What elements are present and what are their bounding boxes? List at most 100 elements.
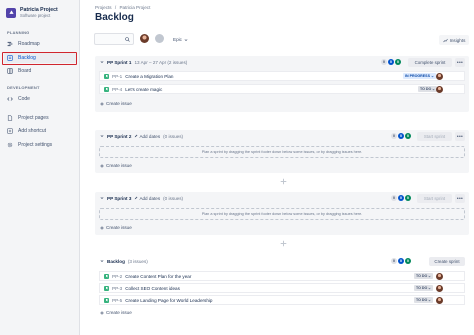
- plus-icon: [100, 225, 104, 230]
- done-count-badge: 0: [405, 195, 411, 201]
- sidebar-item-project-pages[interactable]: Project pages: [4, 113, 76, 123]
- todo-count-badge: 0: [381, 59, 387, 65]
- in-progress-count-badge: 0: [398, 258, 404, 264]
- sidebar-item-roadmap[interactable]: Roadmap: [4, 39, 76, 49]
- story-icon: [104, 86, 109, 92]
- sprint-empty-dropzone: Plan a sprint by dragging the sprint foo…: [99, 146, 465, 158]
- story-icon: [104, 285, 109, 291]
- assignee-avatar[interactable]: [436, 297, 443, 304]
- sidebar-item-label: Board: [18, 68, 32, 74]
- list-item[interactable]: PP-3 Collect SEO Content ideas TO DO: [99, 283, 465, 293]
- list-item[interactable]: PP-2 Create Content Plan for the year TO…: [99, 271, 465, 281]
- page-icon: [7, 115, 13, 121]
- chevron-down-icon: [431, 75, 434, 77]
- status-badge[interactable]: IN PROGRESS: [403, 73, 436, 79]
- chevron-down-icon[interactable]: [100, 196, 104, 200]
- list-item[interactable]: PP-1 Create a Migration Plan IN PROGRESS: [99, 71, 465, 81]
- sprint-container: PP Sprint 1 13 Apr – 27 Apr (2 issues) 0…: [95, 56, 469, 112]
- story-icon: [104, 73, 109, 79]
- sidebar-item-board[interactable]: Board: [4, 66, 76, 76]
- chevron-down-icon: [428, 275, 431, 277]
- status-label: TO DO: [416, 274, 428, 278]
- status-badge[interactable]: TO DO: [414, 285, 434, 291]
- breadcrumb-projects[interactable]: Projects: [95, 5, 112, 10]
- status-label: TO DO: [416, 298, 428, 302]
- insights-button[interactable]: Insights: [439, 35, 469, 45]
- start-sprint-button[interactable]: Start sprint: [417, 132, 452, 141]
- sidebar-item-label: Roadmap: [18, 41, 40, 47]
- search-input[interactable]: [94, 33, 134, 45]
- drag-handle-icon[interactable]: [280, 240, 287, 247]
- sprint-header[interactable]: PP Sprint 2 Add dates (0 issues): [95, 130, 469, 142]
- backlog-header[interactable]: Backlog (3 issues): [95, 255, 469, 267]
- todo-count-badge: 0: [391, 195, 397, 201]
- issue-summary: Collect SEO Content ideas: [125, 285, 180, 291]
- issue-key: PP-3: [112, 285, 123, 291]
- add-dates-link[interactable]: Add dates: [134, 196, 160, 201]
- chevron-down-icon[interactable]: [100, 134, 104, 138]
- assignee-avatar[interactable]: [436, 273, 443, 280]
- issue-key: PP-1: [112, 73, 123, 79]
- issue-summary: Let's create magic: [125, 86, 163, 92]
- chevron-down-icon[interactable]: [100, 259, 104, 263]
- more-actions-button[interactable]: •••: [455, 132, 465, 141]
- assignee-avatar[interactable]: [436, 86, 443, 93]
- list-item[interactable]: PP-4 Let's create magic TO DO: [99, 84, 465, 94]
- in-progress-count-badge: 0: [398, 195, 404, 201]
- assignee-avatar[interactable]: [436, 285, 443, 292]
- issue-key: PP-2: [112, 273, 123, 279]
- create-issue-button[interactable]: Create issue: [100, 163, 132, 168]
- page-title: Backlog: [95, 12, 134, 23]
- in-progress-count-badge: 0: [388, 59, 394, 65]
- issue-count-badges: 0 0 0: [391, 258, 411, 264]
- create-issue-label: Create issue: [106, 310, 132, 315]
- insights-icon: [442, 38, 448, 42]
- highlight-annotation: [2, 52, 77, 65]
- roadmap-icon: [7, 41, 13, 47]
- project-type: Software project: [20, 13, 51, 18]
- issue-count-badges: 0 0 0: [381, 59, 401, 65]
- chevron-down-icon: [184, 38, 188, 41]
- done-count-badge: 0: [405, 133, 411, 139]
- status-label: IN PROGRESS: [405, 74, 430, 78]
- chevron-down-icon[interactable]: [100, 60, 104, 64]
- user-avatar[interactable]: [140, 34, 149, 43]
- more-actions-button[interactable]: •••: [455, 194, 465, 203]
- status-badge[interactable]: TO DO: [414, 297, 434, 303]
- sprint-empty-dropzone: Plan a sprint by dragging the sprint foo…: [99, 208, 465, 220]
- chevron-down-icon: [428, 287, 431, 289]
- more-actions-button[interactable]: •••: [455, 58, 465, 67]
- sidebar-item-label: Project settings: [18, 142, 53, 148]
- create-sprint-button[interactable]: Create sprint: [429, 257, 465, 266]
- start-sprint-button[interactable]: Start sprint: [417, 194, 452, 203]
- sidebar-item-add-shortcut[interactable]: Add shortcut: [4, 126, 76, 136]
- add-dates-label: Add dates: [139, 133, 161, 139]
- avatar[interactable]: [155, 34, 164, 43]
- sidebar-item-project-settings[interactable]: Project settings: [4, 140, 76, 150]
- complete-sprint-button[interactable]: Complete sprint: [408, 58, 452, 67]
- sprint-header[interactable]: PP Sprint 3 Add dates (0 issues): [95, 192, 469, 204]
- add-dates-link[interactable]: Add dates: [134, 134, 160, 139]
- assignee-avatar[interactable]: [436, 73, 443, 80]
- status-badge[interactable]: TO DO: [418, 86, 438, 92]
- insights-label: Insights: [449, 37, 466, 43]
- status-label: TO DO: [420, 87, 432, 91]
- list-item[interactable]: PP-5 Create Landing Page for World Leade…: [99, 295, 465, 305]
- breadcrumb-project[interactable]: Patricia Project: [119, 5, 150, 10]
- project-header[interactable]: Patricia Project Software project: [6, 7, 58, 18]
- sidebar-item-code[interactable]: Code: [4, 94, 76, 104]
- epic-filter[interactable]: Epic: [173, 37, 188, 42]
- create-issue-button[interactable]: Create issue: [100, 310, 132, 315]
- sprint-container: PP Sprint 2 Add dates (0 issues) 0 0 0 S…: [95, 130, 469, 173]
- create-issue-button[interactable]: Create issue: [100, 225, 132, 230]
- drag-handle-icon[interactable]: [280, 178, 287, 185]
- create-issue-button[interactable]: Create issue: [100, 101, 132, 106]
- status-badge[interactable]: TO DO: [414, 273, 434, 279]
- breadcrumb-separator: /: [114, 5, 117, 10]
- development-section-label: DEVELOPMENT: [7, 85, 40, 90]
- story-icon: [104, 297, 109, 303]
- issue-count-badges: 0 0 0: [391, 195, 411, 201]
- sidebar: Patricia Project Software project PLANNI…: [0, 0, 80, 335]
- backlog-meta: (3 issues): [127, 258, 148, 264]
- done-count-badge: 0: [395, 59, 401, 65]
